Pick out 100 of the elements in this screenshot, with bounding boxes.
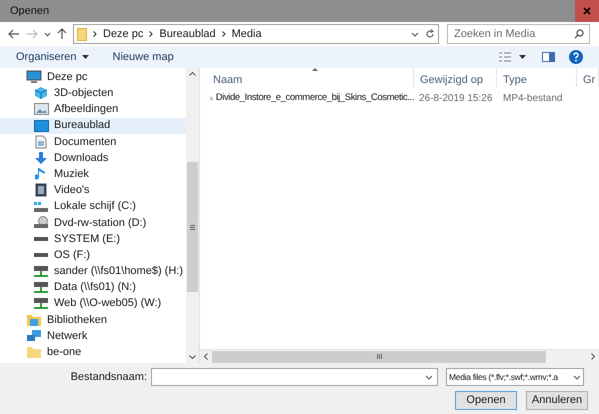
sidebar-item[interactable]: Dvd-rw-station (D:) [0,214,186,231]
scroll-left-icon[interactable] [204,353,208,360]
scrollbar[interactable] [186,68,199,363]
scroll-thumb[interactable] [187,162,198,292]
scroll-up-icon[interactable] [189,72,196,76]
sidebar-label: Afbeeldingen [54,102,118,118]
column-header[interactable]: Gr [577,68,599,87]
sidebar-item[interactable]: SYSTEM (E:) [0,230,186,248]
horizontal-scrollbar[interactable] [200,349,599,363]
close-icon [583,7,591,15]
scroll-thumb[interactable] [212,350,546,362]
sidebar-item[interactable]: Web (\\O-web05) (W:) [0,296,186,312]
disc-drive-icon [33,216,49,230]
sidebar-label: SYSTEM (E:) [54,232,120,247]
search-field[interactable]: Zoeken in Media [447,24,590,44]
chevron-right-icon [222,31,226,37]
chevron-down-icon[interactable] [44,32,51,36]
folder-icon [77,28,87,40]
music-note-icon [35,167,47,182]
down-arrow-icon [34,151,48,166]
sidebar-label: Bibliotheken [47,312,107,328]
file-modified: 26-8-2019 15:26 [419,92,492,104]
chevron-down-icon [573,374,581,380]
organize-button[interactable]: Organiseren [16,48,89,66]
new-folder-button[interactable]: Nieuwe map [112,48,174,66]
picture-frame-icon [34,103,48,116]
sidebar-label: be-one [47,345,82,360]
sidebar-item[interactable]: Downloads [0,150,186,166]
monitor-icon [26,70,42,84]
view-list-icon[interactable] [499,52,511,62]
grip-icon [376,354,382,359]
breadcrumb-item[interactable]: Media [232,26,262,42]
chevron-down-icon [425,374,433,380]
sidebar-label: sander (\\fs01\home$) (H:) [54,264,183,280]
film-icon [35,183,47,198]
drive-icon [33,252,49,258]
breadcrumb-item[interactable]: Bureaublad [159,26,216,42]
sidebar-item[interactable]: Documenten [0,134,186,150]
sidebar-item[interactable]: Bureaublad [0,118,186,134]
sidebar-item[interactable]: Data (\\fs01) (N:) [0,279,186,296]
column-header[interactable]: Naam [200,68,414,87]
network-drive-icon [33,297,49,310]
sidebar-label: Downloads [54,150,108,166]
sort-arrow-icon [312,68,318,71]
grip-icon [190,224,195,230]
refresh-icon[interactable] [425,29,435,39]
sidebar-item[interactable]: Lokale schijf (C:) [0,198,186,215]
sidebar-label: Data (\\fs01) (N:) [54,280,136,296]
sidebar-item[interactable]: Video's [0,182,186,198]
preview-pane-icon[interactable] [542,52,555,62]
sidebar-label: Deze pc [47,70,88,85]
drive-icon [33,236,49,242]
library-icon [26,312,42,327]
sidebar-item[interactable]: Muziek [0,166,186,182]
sidebar-label: OS (F:) [54,248,90,263]
address-bar[interactable]: Deze pc Bureaublad Media [73,24,439,44]
sidebar-item[interactable]: Bibliotheken [0,312,186,328]
caret-icon [82,55,89,59]
help-icon[interactable] [569,50,583,64]
filename-field[interactable] [151,368,438,386]
file-type: MP4-bestand [502,92,562,106]
chevron-down-icon[interactable] [411,32,419,36]
sidebar-item[interactable]: sander (\\fs01\home$) (H:) [0,263,186,280]
filename-label: Bestandsnaam: [70,370,148,385]
column-header[interactable]: Type [497,68,577,87]
sidebar-item[interactable]: Afbeeldingen [0,101,186,118]
network-drive-icon [33,264,49,278]
sidebar-item[interactable]: OS (F:) [0,247,186,264]
file-type-dropdown[interactable]: Media files (*.flv;*.swf;*.wmv;*.a [446,368,584,386]
sidebar-label: Muziek [54,166,89,182]
file-name[interactable]: Divide_Instore_e_commerce_bij_Skins_Cosmetic... [216,90,414,106]
document-icon [35,134,47,149]
back-arrow-icon[interactable] [8,29,20,39]
chevron-right-icon [149,31,154,37]
caret-icon[interactable] [519,55,526,59]
desktop-icon [34,120,48,132]
cube-icon [34,86,48,100]
sidebar-label: Bureaublad [54,118,110,134]
column-header[interactable]: Gewijzigd op [414,68,497,87]
sidebar-label: 3D-objecten [54,86,114,102]
open-button[interactable]: Openen [455,391,517,410]
network-icon [26,329,42,344]
scroll-right-icon[interactable] [591,353,595,360]
up-arrow-icon[interactable] [57,28,67,40]
network-drive-icon [33,281,49,294]
scroll-down-icon[interactable] [189,355,196,359]
window-title: Openen [9,4,50,19]
sidebar-label: Video's [54,183,90,198]
search-icon [574,29,584,39]
sidebar-label: Netwerk [47,328,88,344]
sidebar-item[interactable]: be-one [0,344,186,360]
sidebar-label: Documenten [54,134,116,150]
sidebar-label: Lokale schijf (C:) [54,199,136,214]
folder-icon [26,346,42,359]
sidebar-item[interactable]: Deze pc [0,69,186,86]
breadcrumb-item[interactable]: Deze pc [103,26,144,42]
sidebar-item[interactable]: 3D-objecten [0,85,186,102]
sidebar-item[interactable]: Netwerk [0,328,186,344]
close-button[interactable] [575,0,599,22]
cancel-button[interactable]: Annuleren [526,391,588,410]
